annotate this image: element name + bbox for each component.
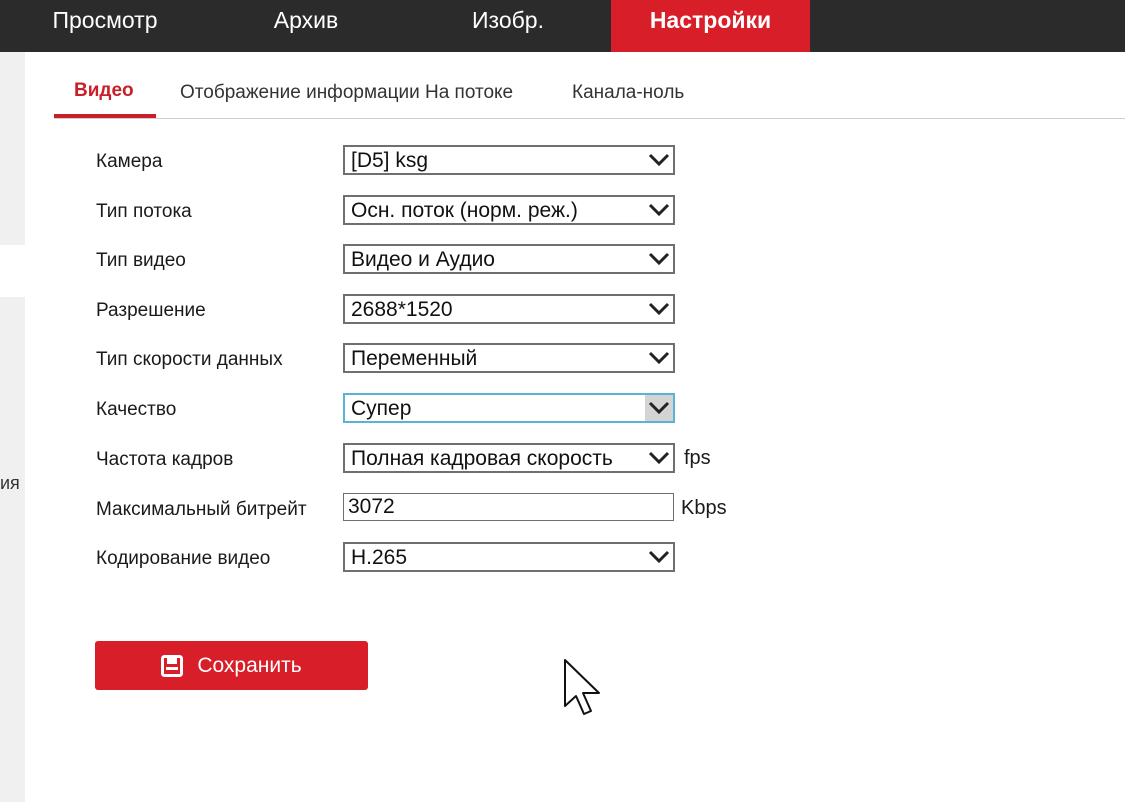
nav-item-playback[interactable]: Архив — [255, 0, 357, 52]
quality-select[interactable]: Супер — [343, 393, 675, 423]
form-row-quality: Качество Супер — [0, 393, 1125, 427]
form-row-video-encoding: Кодирование видео H.265 — [0, 542, 1125, 576]
bitrate-type-label: Тип скорости данных — [96, 349, 283, 370]
nav-item-live-view[interactable]: Просмотр — [40, 0, 170, 52]
chevron-down-icon — [645, 395, 673, 421]
bitrate-type-select[interactable]: Переменный — [343, 343, 675, 373]
chevron-down-icon — [645, 445, 673, 471]
camera-select[interactable]: [D5] ksg — [343, 145, 675, 175]
resolution-select[interactable]: 2688*1520 — [343, 294, 675, 324]
form-row-video-type: Тип видео Видео и Аудио — [0, 244, 1125, 278]
form-row-max-bitrate: Максимальный битрейт 3072 Kbps — [0, 493, 1125, 527]
quality-select-value: Супер — [351, 397, 412, 420]
stream-type-select[interactable]: Осн. поток (норм. реж.) — [343, 195, 675, 225]
chevron-down-icon — [645, 246, 673, 272]
tab-zero-channel[interactable]: Канала-ноль — [572, 82, 684, 104]
camera-label: Камера — [96, 151, 163, 172]
frame-rate-unit: fps — [684, 447, 711, 469]
tab-stream-info-display[interactable]: Отображение информации На потоке — [180, 82, 513, 104]
save-button-label: Сохранить — [197, 653, 302, 677]
frame-rate-label: Частота кадров — [96, 449, 234, 470]
max-bitrate-label: Максимальный битрейт — [96, 499, 307, 520]
max-bitrate-input[interactable]: 3072 — [343, 493, 674, 521]
frame-rate-select-value: Полная кадровая скорость — [351, 447, 613, 470]
camera-select-value: [D5] ksg — [351, 149, 429, 172]
chevron-down-icon — [645, 296, 673, 322]
video-type-select-value: Видео и Аудио — [351, 248, 495, 271]
form-row-camera: Камера [D5] ksg — [0, 145, 1125, 179]
quality-label: Качество — [96, 399, 177, 420]
form-row-frame-rate: Частота кадров Полная кадровая скорость … — [0, 443, 1125, 477]
form-row-bitrate-type: Тип скорости данных Переменный — [0, 343, 1125, 377]
stream-type-select-value: Осн. поток (норм. реж.) — [351, 199, 578, 222]
resolution-label: Разрешение — [96, 300, 206, 321]
tab-video[interactable]: Видео — [74, 80, 134, 102]
resolution-select-value: 2688*1520 — [351, 298, 453, 321]
save-button[interactable]: Сохранить — [95, 641, 368, 690]
video-encoding-label: Кодирование видео — [96, 548, 271, 569]
bitrate-type-select-value: Переменный — [351, 347, 478, 370]
chevron-down-icon — [645, 544, 673, 570]
video-type-select[interactable]: Видео и Аудио — [343, 244, 675, 274]
top-navigation: Просмотр Архив Изобр. Настройки — [0, 0, 1125, 52]
nav-item-settings[interactable]: Настройки — [611, 0, 810, 52]
form-row-stream-type: Тип потока Осн. поток (норм. реж.) — [0, 195, 1125, 229]
chevron-down-icon — [645, 345, 673, 371]
settings-tabs: Видео Отображение информации На потоке К… — [54, 76, 1125, 119]
floppy-disk-icon — [161, 654, 184, 677]
video-encoding-select-value: H.265 — [351, 546, 408, 569]
video-encoding-select[interactable]: H.265 — [343, 542, 675, 572]
max-bitrate-unit: Kbps — [681, 497, 727, 519]
mouse-pointer-icon — [563, 658, 603, 716]
max-bitrate-input-value: 3072 — [348, 495, 395, 518]
stream-type-label: Тип потока — [96, 201, 192, 222]
chevron-down-icon — [645, 147, 673, 173]
chevron-down-icon — [645, 197, 673, 223]
active-tab-indicator — [54, 114, 156, 118]
form-row-resolution: Разрешение 2688*1520 — [0, 294, 1125, 328]
video-type-label: Тип видео — [96, 250, 186, 271]
nav-item-image[interactable]: Изобр. — [458, 0, 558, 52]
frame-rate-select[interactable]: Полная кадровая скорость — [343, 443, 675, 473]
